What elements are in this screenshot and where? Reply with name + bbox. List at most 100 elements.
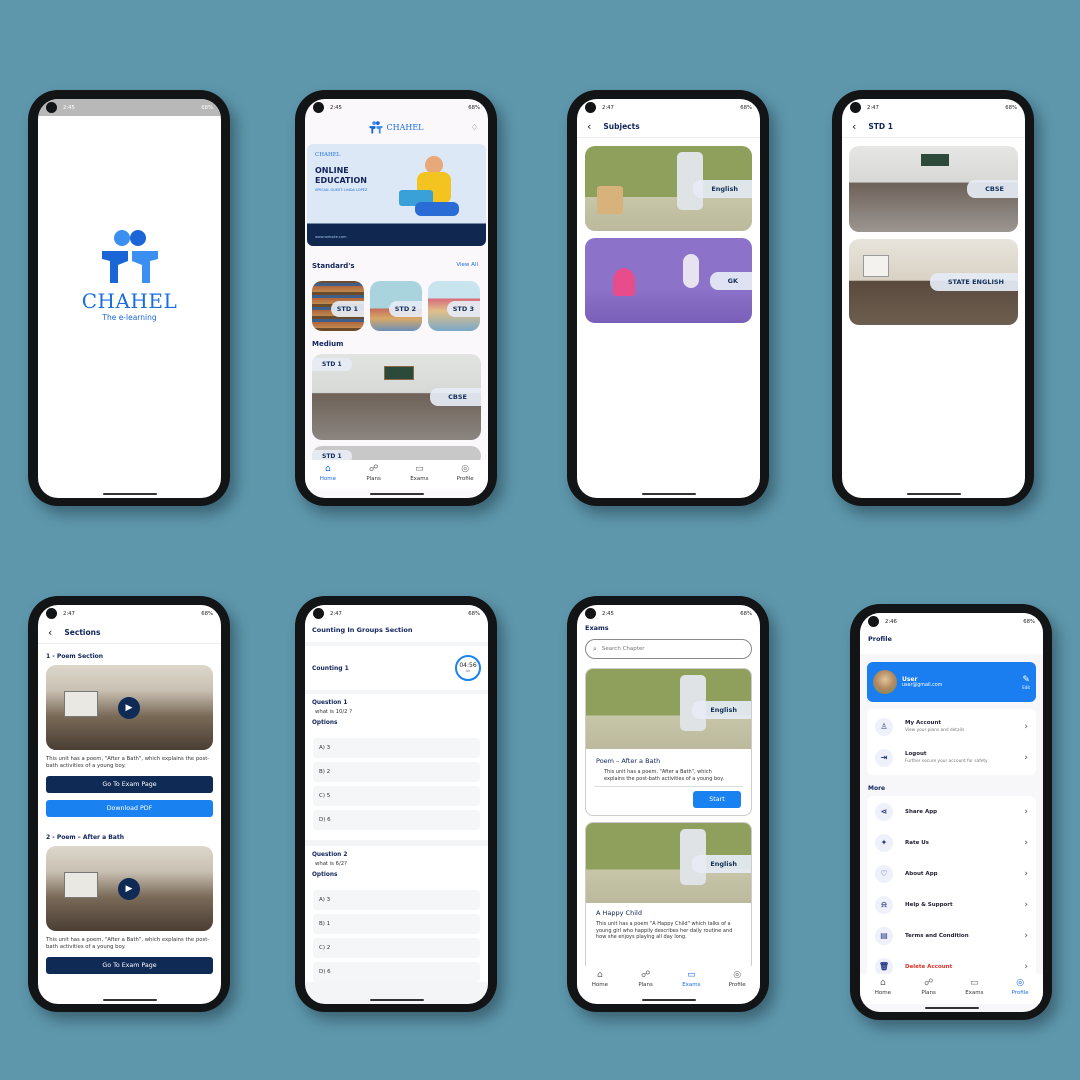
- page-header: ‹ Subjects: [577, 116, 760, 138]
- board-card[interactable]: CBSE: [849, 146, 1018, 232]
- back-arrow-icon[interactable]: ‹: [48, 626, 52, 639]
- nav-label: Plans: [921, 990, 936, 996]
- quiz-title: Counting 1: [312, 664, 349, 672]
- nav-home[interactable]: ⌂ Home: [868, 978, 898, 996]
- menu-item-rate-us[interactable]: ✦ Rate Us ›: [867, 827, 1036, 858]
- menu-item-label: Delete Account: [905, 963, 953, 970]
- battery-level: 68%: [201, 104, 213, 111]
- menu-item-label: Rate Us: [905, 839, 929, 846]
- banner-site: www.website.com: [315, 235, 347, 239]
- menu-item-help-support[interactable]: ⍾ Help & Support ›: [867, 889, 1036, 920]
- menu-item-label: My Account: [905, 720, 941, 726]
- exam-page-button[interactable]: Go To Exam Page: [46, 776, 213, 793]
- nav-plans[interactable]: ☍ Plans: [359, 464, 389, 482]
- play-icon[interactable]: ▶: [118, 697, 140, 719]
- board-card[interactable]: STATE ENGLISH: [849, 239, 1018, 325]
- medium-card[interactable]: STD 1 CBSE: [312, 354, 481, 440]
- option-d[interactable]: D) 6: [313, 962, 480, 982]
- nav-home[interactable]: ⌂ Home: [585, 970, 615, 988]
- nav-plans[interactable]: ☍ Plans: [631, 970, 661, 988]
- nav-exams[interactable]: ▭ Exams: [404, 464, 434, 482]
- standard-card[interactable]: STD 1: [312, 281, 364, 331]
- promo-banner[interactable]: CHAHEL ONLINE EDUCATION SPECIAL GUEST: L…: [307, 144, 486, 246]
- nav-profile[interactable]: ◎ Profile: [450, 464, 480, 482]
- standard-card[interactable]: STD 2: [370, 281, 422, 331]
- profile-icon: ◎: [733, 970, 742, 980]
- search-bar[interactable]: ⌕: [585, 639, 752, 659]
- status-bar: 2:45 68%: [38, 99, 221, 116]
- exam-subject-label: English: [692, 701, 751, 719]
- home-icon: ⌂: [880, 978, 886, 988]
- menu-item-my-account[interactable]: ♙ My Account View your plans and details ›: [867, 711, 1036, 742]
- exam-card[interactable]: English Poem – After a Bath This unit ha…: [585, 668, 752, 816]
- bell-icon[interactable]: ♢: [471, 123, 478, 132]
- exam-card[interactable]: English A Happy Child This unit has a po…: [585, 822, 752, 972]
- medium-card-label: CBSE: [430, 388, 481, 406]
- video-thumbnail[interactable]: ▶: [46, 846, 213, 931]
- board-label: CBSE: [967, 180, 1018, 198]
- view-all-link[interactable]: View All: [456, 262, 478, 270]
- option-a[interactable]: A) 3: [313, 738, 480, 758]
- menu-item-share-app[interactable]: ⋖ Share App ›: [867, 796, 1036, 827]
- banner-headline-1: ONLINE: [315, 166, 349, 175]
- menu-item-logout[interactable]: ⇥ Logout Further secure your account for s…: [867, 742, 1036, 773]
- nav-home[interactable]: ⌂ Home: [313, 464, 343, 482]
- nav-exams[interactable]: ▭ Exams: [959, 978, 989, 996]
- timer-value: 04:56: [459, 662, 477, 669]
- back-arrow-icon[interactable]: ‹: [587, 120, 591, 133]
- option-b[interactable]: B) 2: [313, 762, 480, 782]
- camera: [585, 608, 596, 619]
- download-pdf-button[interactable]: Download PDF: [46, 800, 213, 817]
- standard-label: STD 1: [330, 301, 364, 317]
- menu-item-about-app[interactable]: ♡ About App ›: [867, 858, 1036, 889]
- battery-level: 68%: [468, 610, 480, 617]
- avatar: [873, 670, 897, 694]
- subject-card[interactable]: GK: [585, 238, 752, 323]
- nav-profile[interactable]: ◎ Profile: [722, 970, 752, 988]
- search-input[interactable]: [601, 646, 722, 652]
- status-time: 2:45: [63, 104, 75, 111]
- nav-plans[interactable]: ☍ Plans: [914, 978, 944, 996]
- standards-row: STD 1 STD 2 STD 3: [305, 270, 488, 331]
- nav-profile[interactable]: ◎ Profile: [1005, 978, 1035, 996]
- status-bar: 2:45 68%: [305, 99, 488, 116]
- student-illustration: [399, 156, 467, 218]
- medium-card-std: STD 1: [312, 358, 352, 371]
- option-d[interactable]: D) 6: [313, 810, 480, 830]
- exam-page-button[interactable]: Go To Exam Page: [46, 957, 213, 974]
- option-c[interactable]: C) 2: [313, 938, 480, 958]
- start-button[interactable]: Start: [693, 791, 741, 808]
- menu-item-terms-and-condition[interactable]: ▤ Terms and Condition ›: [867, 920, 1036, 951]
- section-title: 1 - Poem Section: [46, 653, 104, 660]
- status-bar: 2:45 68%: [577, 605, 760, 622]
- edit-profile-button[interactable]: ✎ Edit: [1022, 675, 1030, 690]
- battery-level: 68%: [468, 104, 480, 111]
- brand-name: CHAHEL: [81, 289, 178, 313]
- user-card: User user@gmail.com ✎ Edit: [867, 662, 1036, 702]
- nav-label: Profile: [728, 982, 746, 988]
- camera: [46, 608, 57, 619]
- chevron-right-icon: ›: [1024, 899, 1028, 910]
- home-indicator: [102, 493, 157, 495]
- quiz-header: Counting 1 04:56 left: [305, 646, 488, 690]
- status-bar: 2:47 68%: [577, 99, 760, 116]
- option-b[interactable]: B) 1: [313, 914, 480, 934]
- user-icon: ♙: [875, 717, 893, 736]
- sections-screen: 2:47 68% ‹ Sections 1 - Poem Section ▶ Thi…: [38, 605, 221, 1004]
- home-indicator: [641, 999, 696, 1001]
- option-a[interactable]: A) 3: [313, 890, 480, 910]
- back-arrow-icon[interactable]: ‹: [852, 120, 856, 133]
- nav-exams[interactable]: ▭ Exams: [676, 970, 706, 988]
- play-icon[interactable]: ▶: [118, 878, 140, 900]
- board-label: STATE ENGLISH: [929, 273, 1018, 291]
- video-thumbnail[interactable]: ▶: [46, 665, 213, 750]
- phone-sections: 2:47 68% ‹ Sections 1 - Poem Section ▶ Thi…: [28, 596, 230, 1012]
- option-c[interactable]: C) 5: [313, 786, 480, 806]
- camera: [868, 616, 879, 627]
- standard-card[interactable]: STD 3: [428, 281, 480, 331]
- exam-subject-label: English: [692, 855, 751, 873]
- phone-splash: 2:45 68% CHAHEL The e-learning: [28, 90, 230, 506]
- nav-label: Exams: [965, 990, 984, 996]
- phone-boards: 2:47 68% ‹ STD 1 CBSE STATE ENGLISH: [832, 90, 1034, 506]
- subject-card[interactable]: English: [585, 146, 752, 231]
